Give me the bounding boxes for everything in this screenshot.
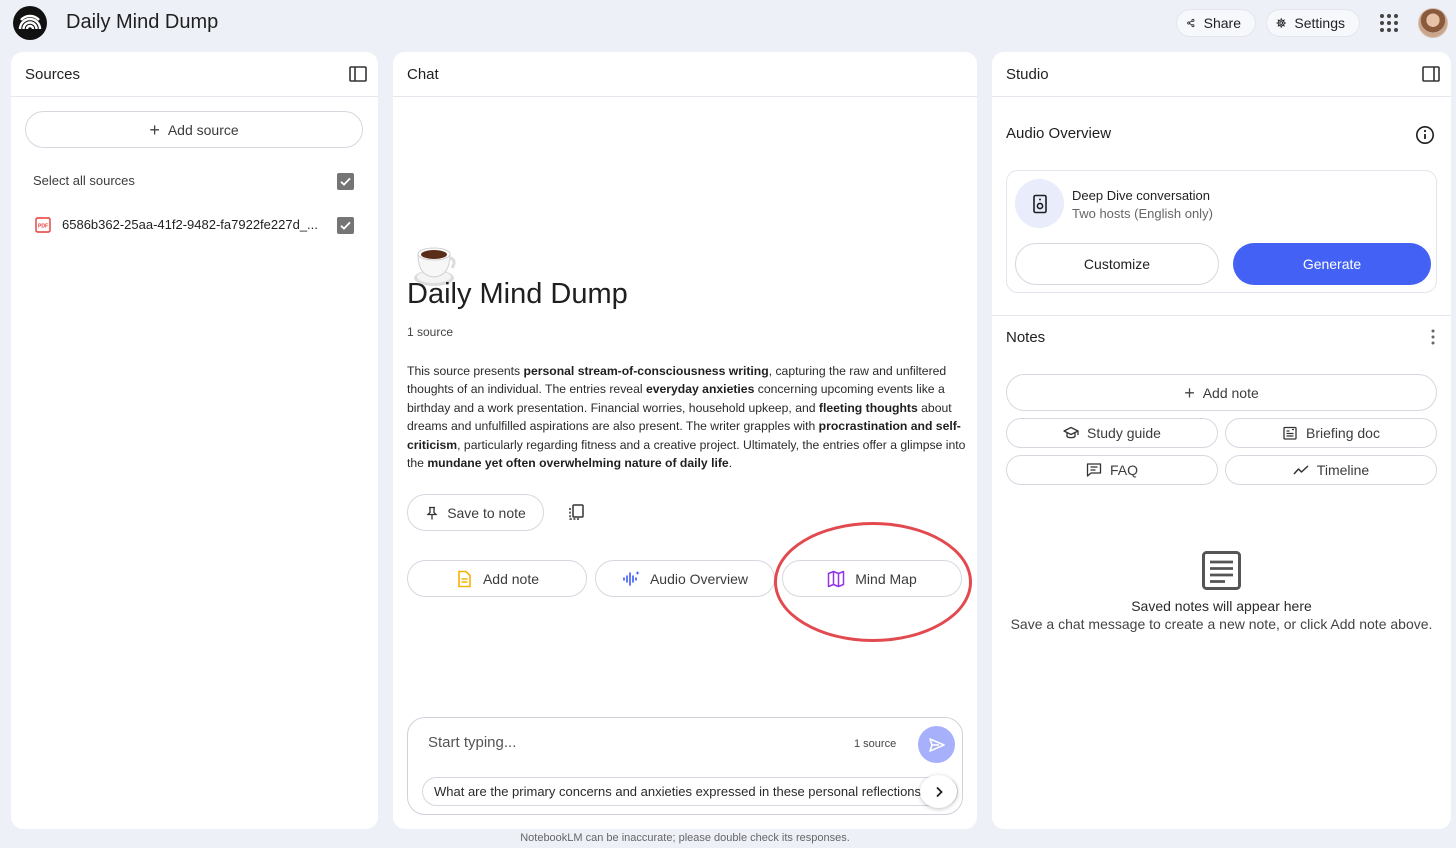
send-button[interactable] <box>918 726 955 763</box>
studio-panel: Studio Audio Overview Deep Dive conversa… <box>992 52 1451 829</box>
summary-text: . <box>728 456 733 471</box>
sources-panel: Sources + Add source Select all sources … <box>11 52 378 829</box>
faq-button[interactable]: FAQ <box>1006 455 1218 485</box>
pdf-file-icon: PDF <box>35 217 51 233</box>
briefing-doc-icon <box>1283 426 1297 440</box>
apps-grid-icon[interactable] <box>1378 12 1400 34</box>
save-to-note-button[interactable]: Save to note <box>407 494 544 531</box>
collapse-panel-icon[interactable] <box>348 64 368 84</box>
send-icon <box>928 737 945 752</box>
faq-label: FAQ <box>1109 462 1138 478</box>
summary-emphasis: mundane yet often overwhelming nature of… <box>427 456 729 471</box>
briefing-doc-button[interactable]: Briefing doc <box>1225 418 1437 448</box>
more-options-icon[interactable] <box>1424 328 1442 346</box>
avatar[interactable] <box>1418 8 1448 38</box>
notes-title: Notes <box>1006 329 1046 346</box>
settings-label: Settings <box>1294 15 1345 31</box>
composer-source-count: 1 source <box>854 738 897 750</box>
audio-overview-chip-label: Audio Overview <box>649 570 749 587</box>
chevron-right-icon <box>935 786 943 797</box>
source-count: 1 source <box>407 325 454 339</box>
notebooklm-logo-icon[interactable] <box>13 6 47 40</box>
source-checkbox[interactable] <box>337 217 354 234</box>
checkmark-icon <box>340 177 351 186</box>
chat-composer: 1 source What are the primary concerns a… <box>407 717 963 815</box>
sources-header: Sources <box>11 52 378 97</box>
pin-icon <box>426 506 438 519</box>
notebook-title: Daily Mind Dump <box>407 278 628 310</box>
copy-icon[interactable] <box>567 503 586 522</box>
note-icon <box>458 570 471 587</box>
gear-icon <box>1276 18 1287 28</box>
share-button[interactable]: Share <box>1176 9 1256 37</box>
audio-wave-icon <box>623 570 640 586</box>
section-divider <box>992 315 1451 316</box>
audio-overview-chip[interactable]: Audio Overview <box>595 560 775 597</box>
summary-emphasis: fleeting thoughts <box>818 400 918 415</box>
speaker-icon <box>1015 179 1064 228</box>
highlight-annotation-ring <box>774 522 972 642</box>
audio-card-subtitle: Two hosts (English only) <box>1072 206 1213 221</box>
chat-panel: Chat Daily Mind Dump 1 source This sourc… <box>393 52 977 829</box>
add-source-label: Add source <box>167 121 239 138</box>
audio-overview-title: Audio Overview <box>1006 125 1112 142</box>
share-label: Share <box>1203 15 1241 31</box>
sources-title: Sources <box>25 65 81 83</box>
add-source-button[interactable]: + Add source <box>25 111 363 148</box>
plus-icon: + <box>1184 382 1195 403</box>
app-title[interactable]: Daily Mind Dump <box>66 11 218 34</box>
disclaimer: NotebookLM can be inaccurate; please dou… <box>520 832 850 844</box>
generate-button[interactable]: Generate <box>1233 243 1431 285</box>
chat-input[interactable] <box>428 734 828 751</box>
share-icon <box>1187 18 1195 28</box>
suggested-question[interactable]: What are the primary concerns and anxiet… <box>422 777 958 806</box>
summary-emphasis: everyday anxieties <box>645 382 755 397</box>
study-guide-label: Study guide <box>1087 425 1161 441</box>
faq-chat-icon <box>1086 463 1102 477</box>
plus-icon: + <box>149 119 160 140</box>
source-item[interactable]: PDF 6586b362-25aa-41f2-9482-fa7922fe227d… <box>33 215 363 235</box>
add-note-label: Add note <box>1202 384 1259 401</box>
select-all-label: Select all sources <box>33 173 135 188</box>
source-name: 6586b362-25aa-41f2-9482-fa7922fe227d_... <box>62 217 318 232</box>
next-suggestion-button[interactable] <box>920 775 957 808</box>
select-all-checkbox[interactable] <box>337 173 354 190</box>
empty-notes-subtitle: Save a chat message to create a new note… <box>1010 616 1433 632</box>
summary-text: This source presents <box>407 364 524 378</box>
summary-emphasis: personal stream-of-consciousness writing <box>523 364 769 378</box>
collapse-panel-icon[interactable] <box>1421 64 1441 84</box>
timeline-button[interactable]: Timeline <box>1225 455 1437 485</box>
timeline-label: Timeline <box>1316 462 1370 478</box>
audio-overview-card: Deep Dive conversation Two hosts (Englis… <box>1006 170 1437 293</box>
checkmark-icon <box>340 221 351 230</box>
customize-button[interactable]: Customize <box>1015 243 1219 285</box>
notebook-summary: This source presents personal stream-of-… <box>407 362 967 472</box>
chat-header: Chat <box>393 52 977 97</box>
top-bar: Daily Mind Dump Share Settings <box>0 0 1456 46</box>
study-guide-button[interactable]: Study guide <box>1006 418 1218 448</box>
saved-notes-icon <box>1202 551 1241 590</box>
briefing-doc-label: Briefing doc <box>1306 425 1380 441</box>
audio-card-title: Deep Dive conversation <box>1072 188 1211 203</box>
timeline-trend-icon <box>1293 465 1309 475</box>
graduation-cap-icon <box>1063 426 1079 439</box>
studio-title: Studio <box>1006 65 1049 83</box>
add-note-button[interactable]: + Add note <box>1006 374 1437 411</box>
settings-button[interactable]: Settings <box>1266 9 1360 37</box>
save-to-note-label: Save to note <box>447 504 526 521</box>
add-note-chip[interactable]: Add note <box>407 560 587 597</box>
svg-text:PDF: PDF <box>38 224 48 230</box>
add-note-chip-label: Add note <box>482 570 540 587</box>
empty-notes-title: Saved notes will appear here <box>1131 598 1312 614</box>
chat-title: Chat <box>407 65 439 83</box>
info-icon[interactable] <box>1415 125 1435 145</box>
studio-header: Studio <box>992 52 1451 97</box>
